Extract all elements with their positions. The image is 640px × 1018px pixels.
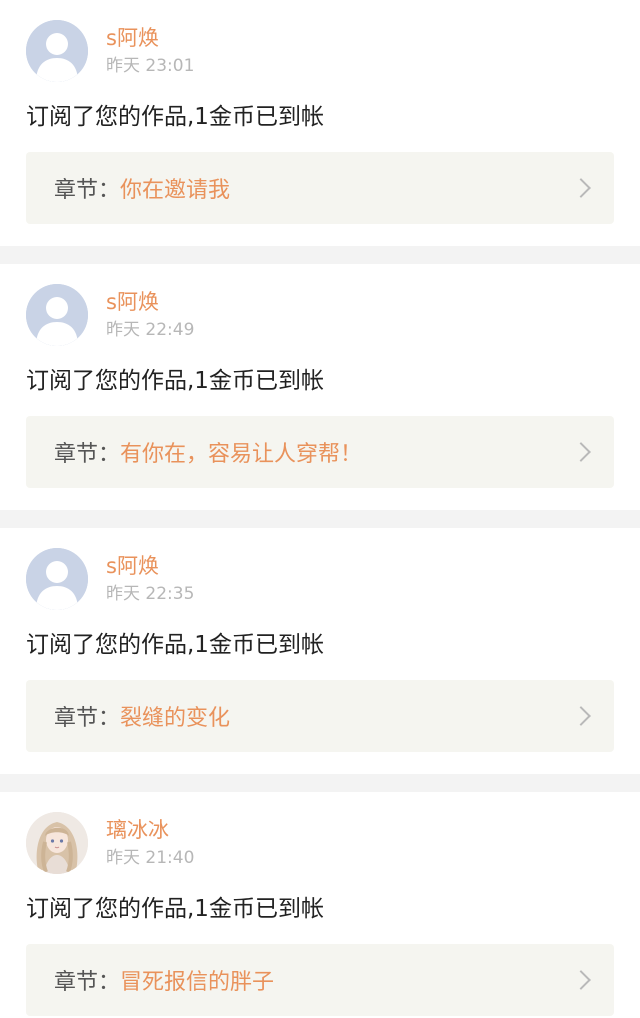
chevron-right-icon [571, 970, 591, 990]
notification-card: 璃冰冰 昨天 21:40 订阅了您的作品,1金币已到帐 章节： 冒死报信的胖子 [0, 792, 640, 1018]
timestamp: 昨天 21:40 [106, 848, 195, 868]
default-user-avatar-icon[interactable] [26, 548, 88, 610]
notification-header: s阿焕 昨天 22:35 [26, 528, 614, 610]
notification-message: 订阅了您的作品,1金币已到帐 [26, 104, 324, 130]
user-meta: s阿焕 昨天 23:01 [106, 24, 194, 78]
anime-girl-portrait-icon [26, 812, 88, 874]
notification-card: s阿焕 昨天 23:01 订阅了您的作品,1金币已到帐 章节： 你在邀请我 [0, 0, 640, 246]
username[interactable]: s阿焕 [106, 288, 194, 316]
default-user-avatar-icon[interactable] [26, 20, 88, 82]
person-silhouette-icon [26, 284, 88, 346]
chapter-link[interactable]: 章节： 你在邀请我 [26, 152, 614, 224]
chevron-right-icon [571, 706, 591, 726]
notification-header: s阿焕 昨天 22:49 [26, 264, 614, 346]
chevron-right-icon [571, 442, 591, 462]
notification-feed: s阿焕 昨天 23:01 订阅了您的作品,1金币已到帐 章节： 你在邀请我 s阿… [0, 0, 640, 1018]
notification-card: s阿焕 昨天 22:35 订阅了您的作品,1金币已到帐 章节： 裂缝的变化 [0, 528, 640, 774]
notification-message: 订阅了您的作品,1金币已到帐 [26, 896, 324, 922]
user-meta: s阿焕 昨天 22:49 [106, 288, 194, 342]
chapter-link[interactable]: 章节： 裂缝的变化 [26, 680, 614, 752]
notification-card: s阿焕 昨天 22:49 订阅了您的作品,1金币已到帐 章节： 有你在，容易让人… [0, 264, 640, 510]
chapter-title: 裂缝的变化 [120, 706, 231, 731]
username[interactable]: 璃冰冰 [106, 816, 194, 844]
username[interactable]: s阿焕 [106, 552, 194, 580]
timestamp: 昨天 22:49 [106, 320, 195, 340]
user-meta: 璃冰冰 昨天 21:40 [106, 816, 194, 870]
chapter-label: 章节： [54, 970, 121, 995]
chapter-title: 有你在，容易让人穿帮！ [120, 442, 363, 467]
chapter-label: 章节： [54, 706, 121, 731]
chapter-link[interactable]: 章节： 有你在，容易让人穿帮！ [26, 416, 614, 488]
timestamp: 昨天 22:35 [106, 584, 195, 604]
chapter-label: 章节： [54, 442, 121, 467]
timestamp: 昨天 23:01 [106, 56, 195, 76]
username[interactable]: s阿焕 [106, 24, 194, 52]
notification-header: s阿焕 昨天 23:01 [26, 0, 614, 82]
chapter-title: 你在邀请我 [120, 178, 231, 203]
default-user-avatar-icon[interactable] [26, 284, 88, 346]
person-silhouette-icon [26, 548, 88, 610]
chapter-link[interactable]: 章节： 冒死报信的胖子 [26, 944, 614, 1016]
notification-message: 订阅了您的作品,1金币已到帐 [26, 632, 324, 658]
person-silhouette-icon [26, 20, 88, 82]
chapter-title: 冒死报信的胖子 [120, 970, 275, 995]
notification-message: 订阅了您的作品,1金币已到帐 [26, 368, 324, 394]
notification-header: 璃冰冰 昨天 21:40 [26, 792, 614, 874]
chapter-label: 章节： [54, 178, 121, 203]
anime-girl-avatar-icon[interactable] [26, 812, 88, 874]
chevron-right-icon [571, 178, 591, 198]
user-meta: s阿焕 昨天 22:35 [106, 552, 194, 606]
